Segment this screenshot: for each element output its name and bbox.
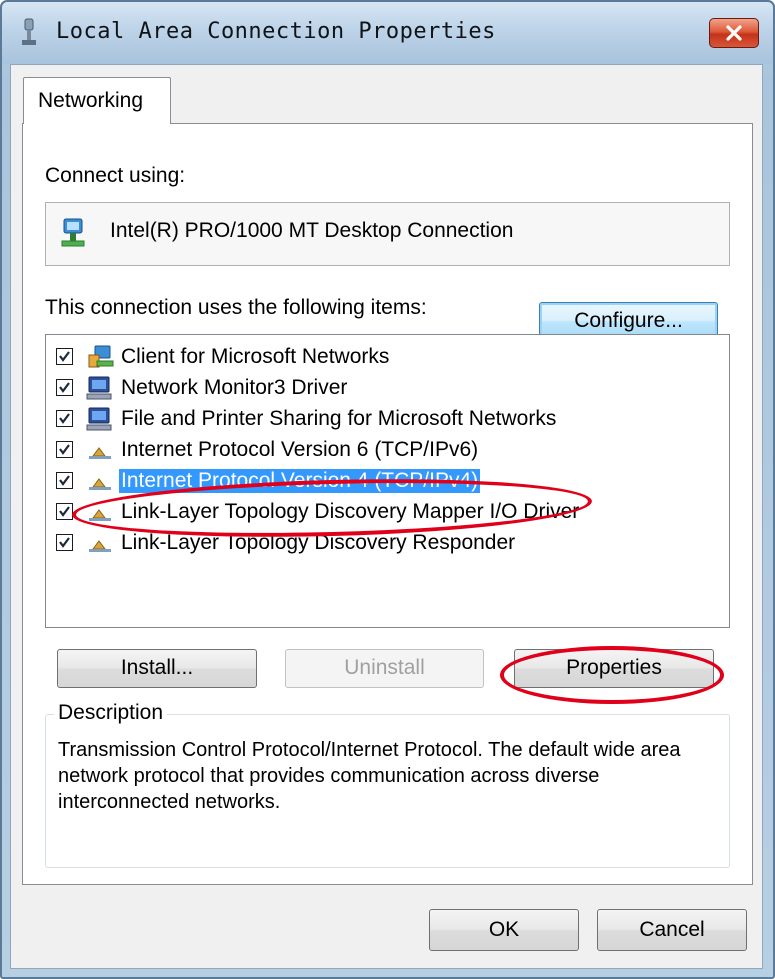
item-checkbox[interactable]	[56, 503, 73, 520]
list-item[interactable]: File and Printer Sharing for Microsoft N…	[56, 403, 558, 434]
item-label: Network Monitor3 Driver	[121, 375, 348, 399]
checkmark-icon	[59, 382, 70, 393]
title-bar[interactable]: Local Area Connection Properties	[2, 2, 773, 64]
item-checkbox[interactable]	[56, 534, 73, 551]
item-checkbox[interactable]	[56, 472, 73, 489]
protocol-icon	[89, 508, 111, 521]
list-item[interactable]: Link-Layer Topology Discovery Mapper I/O…	[56, 496, 581, 527]
item-label: Internet Protocol Version 6 (TCP/IPv6)	[121, 437, 479, 461]
description-legend: Description	[54, 701, 168, 725]
install-button[interactable]: Install...	[57, 649, 257, 688]
tab-networking[interactable]: Networking	[23, 77, 171, 124]
network-client-icon	[88, 345, 114, 367]
network-connection-icon	[22, 18, 36, 45]
adapter-field: Intel(R) PRO/1000 MT Desktop Connection	[45, 202, 730, 266]
cancel-button[interactable]: Cancel	[597, 909, 747, 951]
properties-button[interactable]: Properties	[514, 649, 714, 688]
item-checkbox[interactable]	[56, 410, 73, 427]
checkmark-icon	[59, 444, 70, 455]
list-item[interactable]: Link-Layer Topology Discovery Responder	[56, 527, 517, 558]
checkmark-icon	[59, 413, 70, 424]
adapter-name: Intel(R) PRO/1000 MT Desktop Connection	[110, 219, 514, 242]
checkmark-icon	[59, 351, 70, 362]
computer-service-icon	[86, 407, 112, 430]
item-label: Internet Protocol Version 4 (TCP/IPv4)	[119, 468, 481, 493]
description-group: Description Transmission Control Protoco…	[45, 701, 730, 868]
dialog-client-area: Networking Connect using: Intel(R) PRO/1…	[10, 64, 763, 969]
checkmark-icon	[59, 475, 70, 486]
list-item[interactable]: Internet Protocol Version 4 (TCP/IPv4)	[56, 465, 481, 496]
item-label: File and Printer Sharing for Microsoft N…	[121, 406, 557, 430]
item-label: Link-Layer Topology Discovery Responder	[121, 530, 516, 554]
item-label: Client for Microsoft Networks	[121, 344, 390, 368]
uninstall-button[interactable]: Uninstall	[285, 649, 484, 688]
item-checkbox[interactable]	[56, 441, 73, 458]
ok-button[interactable]: OK	[429, 909, 579, 951]
checkmark-icon	[59, 506, 70, 517]
items-label: This connection uses the following items…	[45, 296, 427, 319]
protocol-icon	[89, 477, 111, 490]
close-button[interactable]	[709, 18, 759, 48]
networking-tab-panel: Connect using: Intel(R) PRO/1000 MT Desk…	[22, 123, 753, 885]
items-list[interactable]: Client for Microsoft Networks Network Mo…	[45, 334, 730, 628]
checkmark-icon	[59, 537, 70, 548]
window-title: Local Area Connection Properties	[56, 19, 496, 44]
list-item[interactable]: Network Monitor3 Driver	[56, 372, 349, 403]
description-text: Transmission Control Protocol/Internet P…	[58, 739, 681, 813]
connect-using-label: Connect using:	[45, 164, 186, 187]
item-checkbox[interactable]	[56, 348, 73, 365]
list-item[interactable]: Client for Microsoft Networks	[56, 341, 391, 372]
item-label: Link-Layer Topology Discovery Mapper I/O…	[121, 499, 580, 523]
dialog-window: Local Area Connection Properties Network…	[0, 0, 775, 979]
item-checkbox[interactable]	[56, 379, 73, 396]
computer-service-icon	[86, 376, 112, 399]
protocol-icon	[89, 446, 111, 459]
close-icon	[726, 25, 742, 41]
protocol-icon	[89, 539, 111, 552]
list-item[interactable]: Internet Protocol Version 6 (TCP/IPv6)	[56, 434, 480, 465]
network-adapter-icon	[61, 218, 85, 247]
